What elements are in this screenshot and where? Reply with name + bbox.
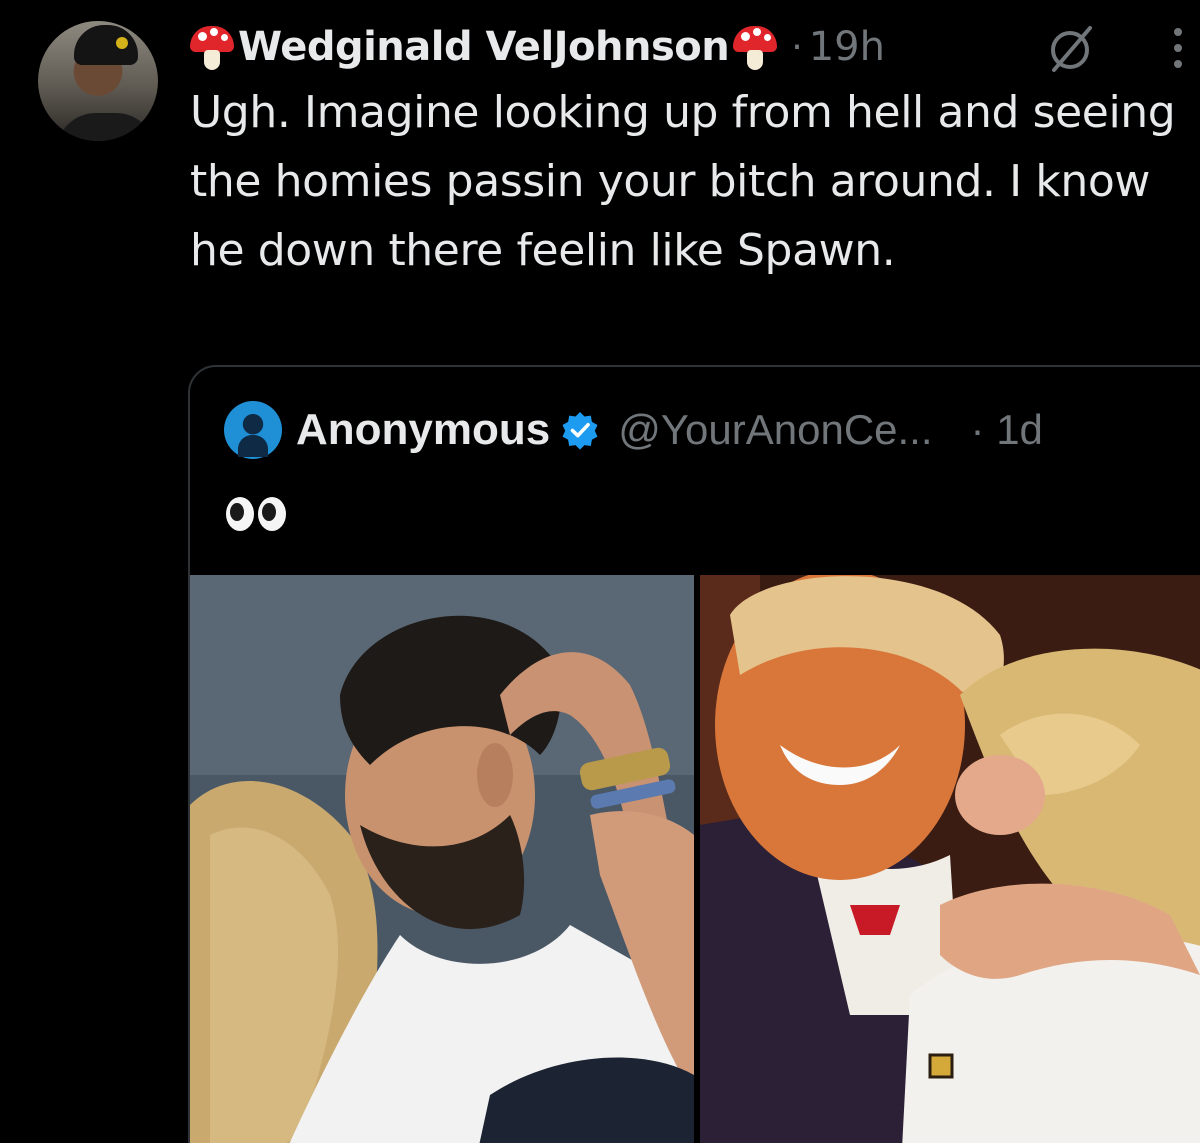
mushroom-icon <box>733 22 778 72</box>
meta-separator: · <box>791 26 803 68</box>
quoted-handle[interactable]: @YourAnonCe... <box>618 406 932 454</box>
quoted-separator: · <box>970 406 985 453</box>
tweet-text: Ugh. Imagine looking up from hell and se… <box>190 87 1176 276</box>
grok-slash-icon[interactable] <box>1042 20 1102 76</box>
media-photo-left[interactable] <box>190 575 694 1143</box>
quoted-avatar[interactable] <box>224 401 282 459</box>
verified-badge-icon <box>562 412 598 450</box>
quoted-time-separator: · 1d <box>971 406 1043 454</box>
tweet-header: Wedginald VelJohnson · 19h <box>190 12 885 82</box>
quoted-display-name[interactable]: Anonymous <box>296 405 550 455</box>
avatar-hat <box>74 25 138 65</box>
post-time[interactable]: 19h <box>809 24 885 70</box>
mushroom-icon <box>190 22 234 72</box>
quoted-time[interactable]: 1d <box>996 406 1043 453</box>
avatar-shirt <box>56 113 156 141</box>
eyes-emoji-icon <box>226 497 286 531</box>
more-vertical-icon[interactable] <box>1168 26 1188 70</box>
quoted-tweet-header: Anonymous @YourAnonCe... · 1d <box>224 399 1043 461</box>
tweet: Wedginald VelJohnson · 19h Ugh. Imagine … <box>0 0 1200 1143</box>
photo-left-illustration <box>190 575 694 1143</box>
avatar-hat-badge <box>116 37 128 49</box>
photo-right-illustration <box>700 575 1200 1143</box>
user-avatar[interactable] <box>38 21 158 141</box>
quoted-tweet-card[interactable]: Anonymous @YourAnonCe... · 1d <box>188 365 1200 1143</box>
display-name[interactable]: Wedginald VelJohnson <box>238 24 730 70</box>
quoted-media-grid <box>190 575 1200 1143</box>
media-photo-right[interactable] <box>700 575 1200 1143</box>
